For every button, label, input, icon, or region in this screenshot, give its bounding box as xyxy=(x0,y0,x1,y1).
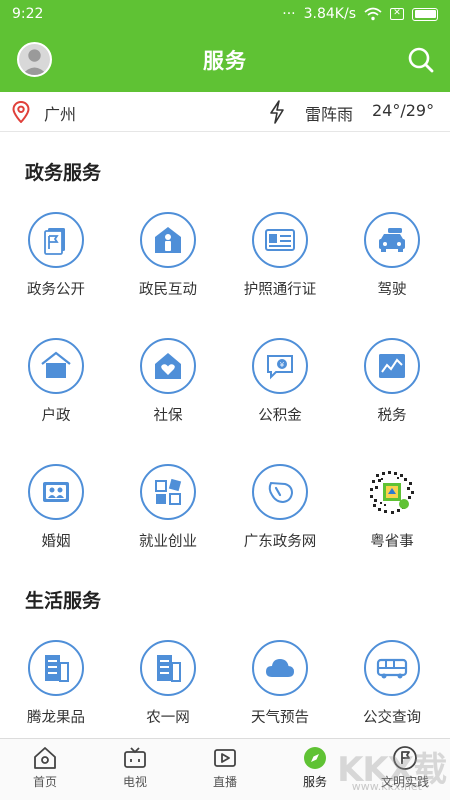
service-item-employment[interactable]: 就业创业 xyxy=(112,464,224,564)
service-icon-circle xyxy=(140,338,196,394)
search-icon xyxy=(408,47,434,73)
service-item-yueshengshi[interactable]: 粤省事 xyxy=(336,464,448,564)
building-icon xyxy=(157,655,181,682)
service-item-gov-interaction[interactable]: 政民互动 xyxy=(112,212,224,312)
service-label: 粤省事 xyxy=(370,534,414,550)
whistle-icon xyxy=(268,481,294,504)
compass-icon xyxy=(304,747,326,769)
tab-label: 服务 xyxy=(302,775,327,789)
service-item-tax[interactable]: 税务 xyxy=(336,338,448,438)
service-item-weather-forecast[interactable]: 天气预告 xyxy=(224,640,336,740)
service-icon-circle xyxy=(364,338,420,394)
service-label: 就业创业 xyxy=(139,534,197,550)
tab-live[interactable]: 直播 xyxy=(180,739,270,800)
service-label: 社保 xyxy=(153,408,183,424)
service-item-social-security[interactable]: 社保 xyxy=(112,338,224,438)
cloud-icon xyxy=(266,659,294,677)
service-label: 广东政务网 xyxy=(243,534,317,550)
tab-label: 首页 xyxy=(32,775,57,789)
network-speed: 3.84K/s xyxy=(303,6,356,22)
service-icon-circle xyxy=(140,640,196,696)
service-label: 护照通行证 xyxy=(243,282,317,298)
section-title-gov: 政务服务 xyxy=(25,162,102,184)
service-label: 政民互动 xyxy=(139,282,197,298)
home-icon xyxy=(34,747,56,769)
service-icon-circle xyxy=(28,464,84,520)
car-icon xyxy=(379,228,405,252)
live-icon xyxy=(214,749,236,767)
bus-icon xyxy=(376,658,408,679)
tab-label: 电视 xyxy=(122,775,147,789)
service-item-gov-open[interactable]: 政务公开 xyxy=(0,212,112,312)
service-icon-circle xyxy=(364,212,420,268)
status-time: 9:22 xyxy=(12,6,44,22)
section-title-life: 生活服务 xyxy=(25,590,102,612)
status-dots: ··· xyxy=(282,6,296,22)
service-label: 公积金 xyxy=(258,408,302,424)
service-item-driving[interactable]: 驾驶 xyxy=(336,212,448,312)
couple-icon xyxy=(43,482,69,502)
city-label[interactable]: 广州 xyxy=(44,101,76,125)
chat-money-icon: ¥ xyxy=(267,355,293,380)
page-title: 服务 xyxy=(203,49,247,73)
weather-condition: 雷阵雨 xyxy=(305,105,354,124)
service-icon-circle: ¥ xyxy=(252,338,308,394)
service-label: 户政 xyxy=(41,408,71,424)
house-person-icon xyxy=(155,227,181,253)
service-icon-circle xyxy=(28,338,84,394)
tab-tv[interactable]: 电视 xyxy=(90,739,180,800)
service-item-housing-fund[interactable]: ¥ 公积金 xyxy=(224,338,336,438)
id-card-icon xyxy=(265,229,295,251)
service-icon-circle xyxy=(252,212,308,268)
service-icon-circle xyxy=(140,464,196,520)
chart-icon xyxy=(379,354,405,378)
wifi-icon xyxy=(364,7,382,21)
location-pin-icon[interactable] xyxy=(12,101,30,123)
service-label: 腾龙果品 xyxy=(27,710,85,726)
building-icon xyxy=(45,655,69,682)
tv-icon xyxy=(124,747,146,768)
service-item-tenglong[interactable]: 腾龙果品 xyxy=(0,640,112,740)
doc-flag-icon xyxy=(44,228,65,255)
service-icon-circle xyxy=(140,212,196,268)
top-bar: 服务 xyxy=(0,28,450,92)
service-icon-circle xyxy=(364,640,420,696)
status-right: ··· 3.84K/s ✕ xyxy=(282,6,438,22)
thunder-icon xyxy=(270,100,284,124)
search-button[interactable] xyxy=(406,45,436,75)
service-item-gd-gov-web[interactable]: 广东政务网 xyxy=(224,464,336,564)
sim-icon: ✕ xyxy=(390,8,404,20)
watermark-url: www.kkx.net xyxy=(351,780,422,793)
battery-icon xyxy=(412,7,438,21)
status-bar: 9:22 ··· 3.84K/s ✕ xyxy=(0,0,450,28)
service-icon-circle xyxy=(28,212,84,268)
service-label: 天气预告 xyxy=(251,710,309,726)
service-item-marriage[interactable]: 婚姻 xyxy=(0,464,112,564)
tab-label: 直播 xyxy=(212,775,237,789)
service-item-household[interactable]: 户政 xyxy=(0,338,112,438)
service-label: 驾驶 xyxy=(377,282,407,298)
avatar-person-icon xyxy=(19,44,50,75)
qr-code-icon xyxy=(364,464,420,520)
service-icon-circle xyxy=(28,640,84,696)
temperature: 24°/29° xyxy=(372,101,435,120)
service-label: 农一网 xyxy=(146,710,190,726)
svg-text:¥: ¥ xyxy=(280,361,285,369)
blocks-icon xyxy=(155,478,182,505)
service-icon-circle xyxy=(252,464,308,520)
house-icon xyxy=(41,351,71,378)
avatar[interactable] xyxy=(17,42,52,77)
service-icon-circle xyxy=(252,640,308,696)
service-label: 政务公开 xyxy=(27,282,85,298)
tab-home[interactable]: 首页 xyxy=(0,739,90,800)
service-item-passport[interactable]: 护照通行证 xyxy=(224,212,336,312)
house-heart-icon xyxy=(155,353,181,379)
service-label: 税务 xyxy=(377,408,407,424)
weather-bar: 广州 雷阵雨 24°/29° xyxy=(0,92,450,132)
service-item-nongyi[interactable]: 农一网 xyxy=(112,640,224,740)
service-label: 公交查询 xyxy=(363,710,421,726)
service-item-bus-query[interactable]: 公交查询 xyxy=(336,640,448,740)
service-label: 婚姻 xyxy=(41,534,71,550)
